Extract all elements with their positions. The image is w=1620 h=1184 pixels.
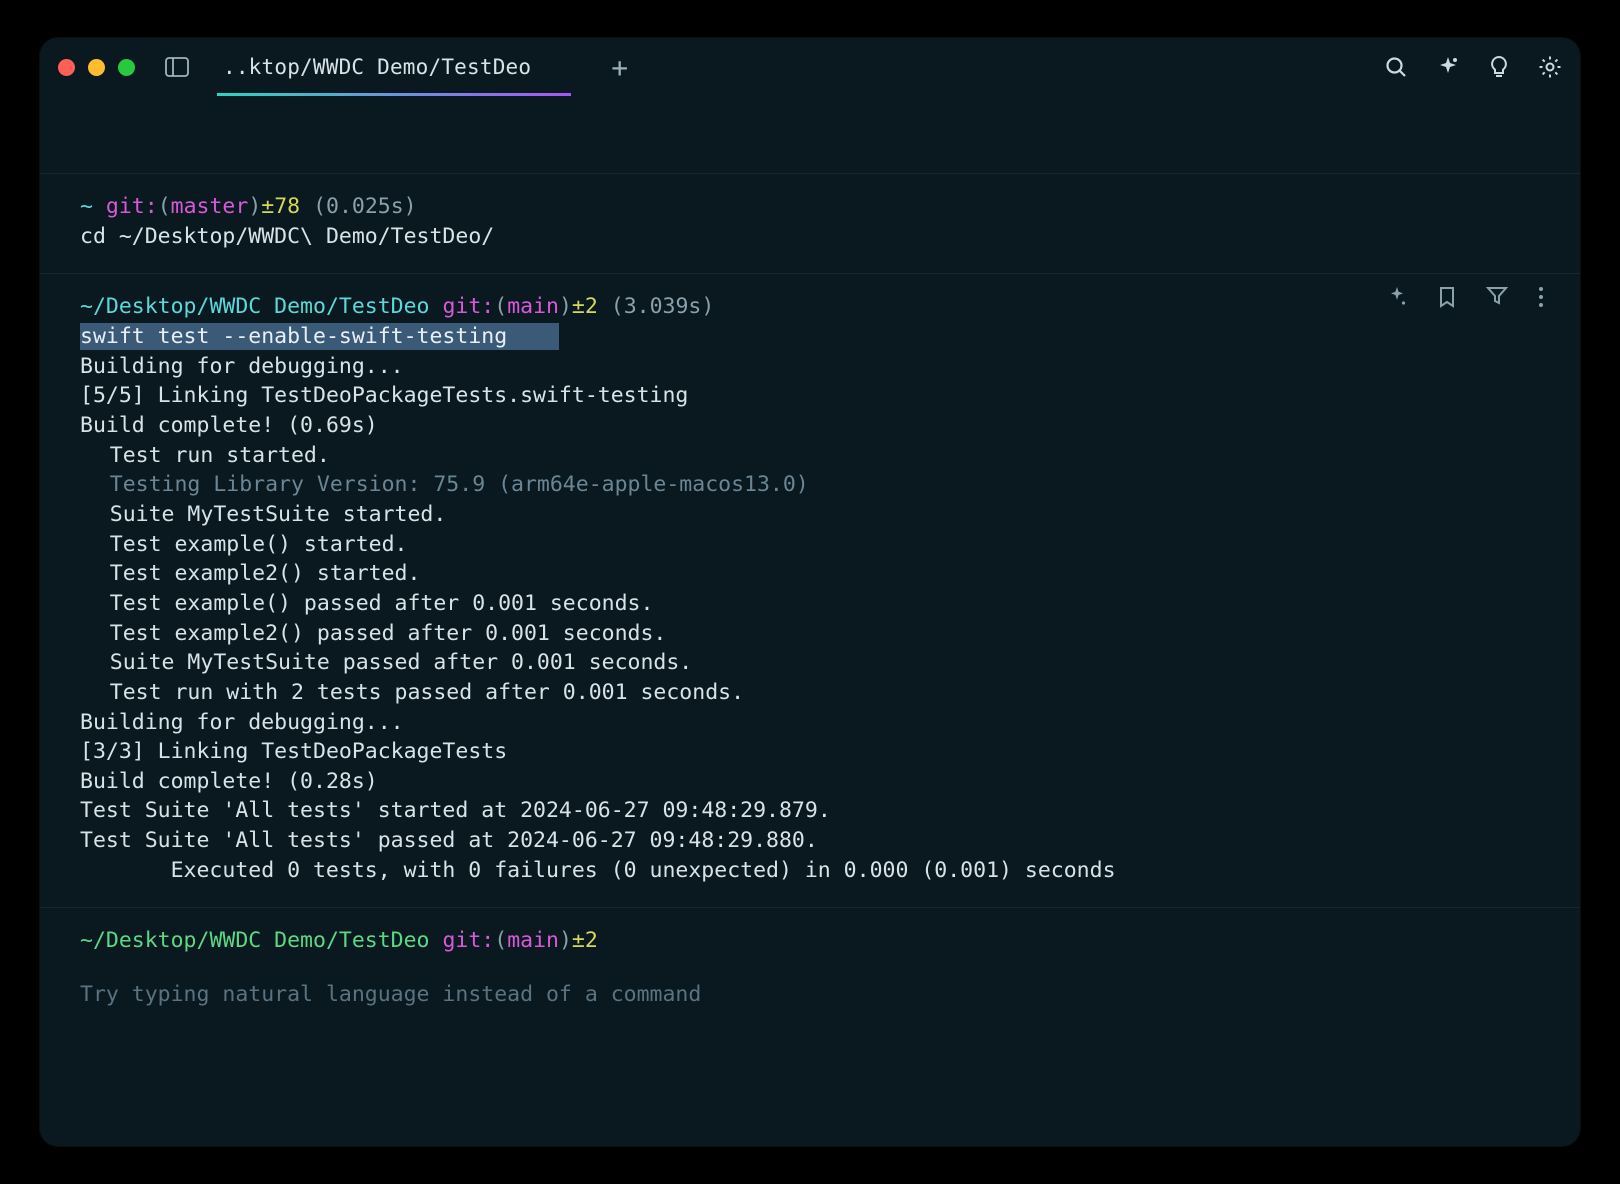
sparkle-icon[interactable]	[1436, 55, 1460, 79]
pin-sparkle-icon[interactable]	[1386, 286, 1408, 308]
git-delta: ±78	[261, 194, 300, 219]
prompt-row: ~ git:(master)±78 (0.025s)	[80, 192, 1540, 222]
git-delta: ±2	[572, 928, 598, 953]
command-text: cd ~/Desktop/WWDC\ Demo/TestDeo/	[80, 222, 1540, 252]
input-block[interactable]: ~/Desktop/WWDC Demo/TestDeo git:(main)±2…	[40, 908, 1580, 1027]
search-icon[interactable]	[1384, 55, 1408, 79]
output-line: Testing Library Version: 75.9 (arm64e-ap…	[80, 470, 1540, 500]
lightbulb-icon[interactable]	[1488, 55, 1510, 79]
git-label: git:	[442, 294, 494, 319]
new-tab-button[interactable]: +	[611, 51, 628, 84]
command-text-highlighted: swift test --enable-swift-testing	[80, 323, 507, 350]
output-line: Building for debugging...	[80, 708, 1540, 738]
output-line: Executed 0 tests, with 0 failures (0 une…	[80, 856, 1540, 886]
output-line: Test Suite 'All tests' started at 2024-0…	[80, 796, 1540, 826]
close-icon[interactable]	[58, 59, 75, 76]
block-actions	[1386, 286, 1544, 308]
output-line: Test Suite 'All tests' passed at 2024-06…	[80, 826, 1540, 856]
bookmark-icon[interactable]	[1438, 286, 1456, 308]
more-vert-icon[interactable]	[1538, 286, 1544, 308]
timing: (0.025s)	[313, 194, 417, 219]
output-line: Test example2() passed after 0.001 secon…	[80, 619, 1540, 649]
output-line: Test run with 2 tests passed after 0.001…	[80, 678, 1540, 708]
tab-title: ..ktop/WWDC Demo/TestDeo	[223, 55, 531, 79]
git-delta: ±2	[572, 294, 598, 319]
command-block-2[interactable]: ~/Desktop/WWDC Demo/TestDeo git:(main)±2…	[40, 274, 1580, 908]
terminal-body: ~ git:(master)±78 (0.025s) cd ~/Desktop/…	[40, 96, 1580, 1028]
output-line: Test example2() started.	[80, 559, 1540, 589]
panel-layout-icon[interactable]	[165, 57, 189, 77]
output-line: Suite MyTestSuite started.	[80, 500, 1540, 530]
current-prompt: ~/Desktop/WWDC Demo/TestDeo git:(main)±2	[80, 926, 1540, 956]
output-line: Suite MyTestSuite passed after 0.001 sec…	[80, 648, 1540, 678]
titlebar: ..ktop/WWDC Demo/TestDeo +	[40, 38, 1580, 96]
output-line: [5/5] Linking TestDeoPackageTests.swift-…	[80, 381, 1540, 411]
gear-icon[interactable]	[1538, 55, 1562, 79]
output-line: Build complete! (0.69s)	[80, 411, 1540, 441]
git-label: git:	[106, 194, 158, 219]
git-branch: main	[507, 294, 559, 319]
output-line: Test example() passed after 0.001 second…	[80, 589, 1540, 619]
output-line: Test run started.	[80, 441, 1540, 471]
filter-icon[interactable]	[1486, 286, 1508, 308]
git-branch: master	[171, 194, 249, 219]
prompt-path: ~/Desktop/WWDC Demo/TestDeo	[80, 928, 430, 953]
prompt-row: ~/Desktop/WWDC Demo/TestDeo git:(main)±2…	[80, 292, 1540, 322]
command-input[interactable]: Try typing natural language instead of a…	[80, 980, 1540, 1010]
minimize-icon[interactable]	[88, 59, 105, 76]
terminal-window: ..ktop/WWDC Demo/TestDeo + ~ git:(master…	[40, 38, 1580, 1146]
empty-block	[40, 96, 1580, 174]
command-block-1[interactable]: ~ git:(master)±78 (0.025s) cd ~/Desktop/…	[40, 174, 1580, 274]
prompt-path: ~	[80, 194, 93, 219]
output-line: Building for debugging...	[80, 352, 1540, 382]
titlebar-actions	[1384, 55, 1562, 79]
git-label: git:	[442, 928, 494, 953]
git-branch: main	[507, 928, 559, 953]
output-line: [3/3] Linking TestDeoPackageTests	[80, 737, 1540, 767]
output-line: Build complete! (0.28s)	[80, 767, 1540, 797]
tab-active[interactable]: ..ktop/WWDC Demo/TestDeo	[217, 38, 571, 96]
fullscreen-icon[interactable]	[118, 59, 135, 76]
timing: (3.039s)	[611, 294, 715, 319]
traffic-lights	[58, 59, 135, 76]
prompt-path: ~/Desktop/WWDC Demo/TestDeo	[80, 294, 430, 319]
output-line: Test example() started.	[80, 530, 1540, 560]
